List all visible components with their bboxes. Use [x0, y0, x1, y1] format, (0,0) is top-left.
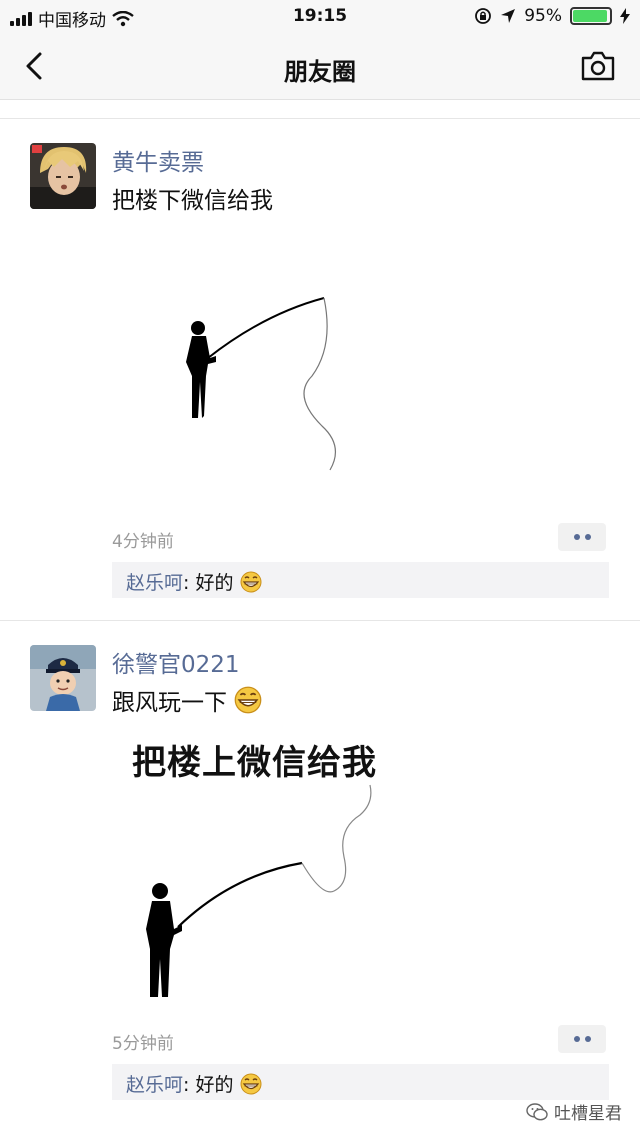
comment-separator: :	[183, 572, 196, 594]
watermark-text: 吐槽星君	[554, 1104, 622, 1124]
status-right: 95%	[474, 6, 630, 26]
moment-post: 徐警官0221 跟风玩一下 把楼上微信给我 5分钟前 赵乐呵: 好的	[0, 621, 640, 1121]
grin-emoji-icon	[234, 686, 262, 714]
meme-caption: 把楼上微信给我	[132, 743, 377, 783]
page-title: 朋友圈	[284, 58, 356, 86]
wechat-logo-icon	[526, 1102, 548, 1120]
post-username[interactable]: 徐警官0221	[112, 645, 240, 679]
comment-author[interactable]: 赵乐呵	[126, 572, 183, 594]
more-button[interactable]	[558, 523, 606, 551]
rotation-lock-icon	[475, 8, 492, 24]
avatar[interactable]	[30, 143, 96, 209]
charging-icon	[620, 8, 630, 24]
post-image[interactable]	[184, 286, 356, 496]
comment-text: 好的	[195, 1074, 234, 1096]
post-time: 4分钟前	[112, 532, 174, 552]
comment-separator: :	[183, 1074, 196, 1096]
watermark: 吐槽星君	[526, 1099, 622, 1124]
fisherman-illustration	[146, 784, 372, 997]
comment-box: 赵乐呵: 好的	[112, 562, 609, 598]
post-username[interactable]: 黄牛卖票	[112, 143, 204, 177]
avatar[interactable]	[30, 645, 96, 711]
comment-text: 好的	[195, 572, 234, 594]
post-text: 把楼下微信给我	[112, 188, 273, 214]
battery-icon	[570, 7, 612, 25]
post-text: 跟风玩一下	[112, 683, 262, 717]
more-button[interactable]	[558, 1025, 606, 1053]
post-image[interactable]: 把楼上微信给我	[112, 729, 412, 999]
post-time: 5分钟前	[112, 1034, 174, 1054]
post-text-content: 跟风玩一下	[112, 690, 227, 716]
location-icon	[501, 9, 516, 23]
status-bar: 中国移动 19:15 95%	[0, 0, 640, 34]
grin-emoji-icon	[240, 571, 262, 593]
comment-author[interactable]: 赵乐呵	[126, 1074, 183, 1096]
comment-box: 赵乐呵: 好的	[112, 1064, 609, 1100]
moment-post: 黄牛卖票 把楼下微信给我 4分钟前 赵乐呵: 好的	[0, 119, 640, 619]
nav-bar: 朋友圈	[0, 34, 640, 100]
grin-emoji-icon	[240, 1073, 262, 1095]
camera-icon[interactable]	[580, 50, 616, 82]
battery-percent: 95%	[524, 6, 562, 26]
